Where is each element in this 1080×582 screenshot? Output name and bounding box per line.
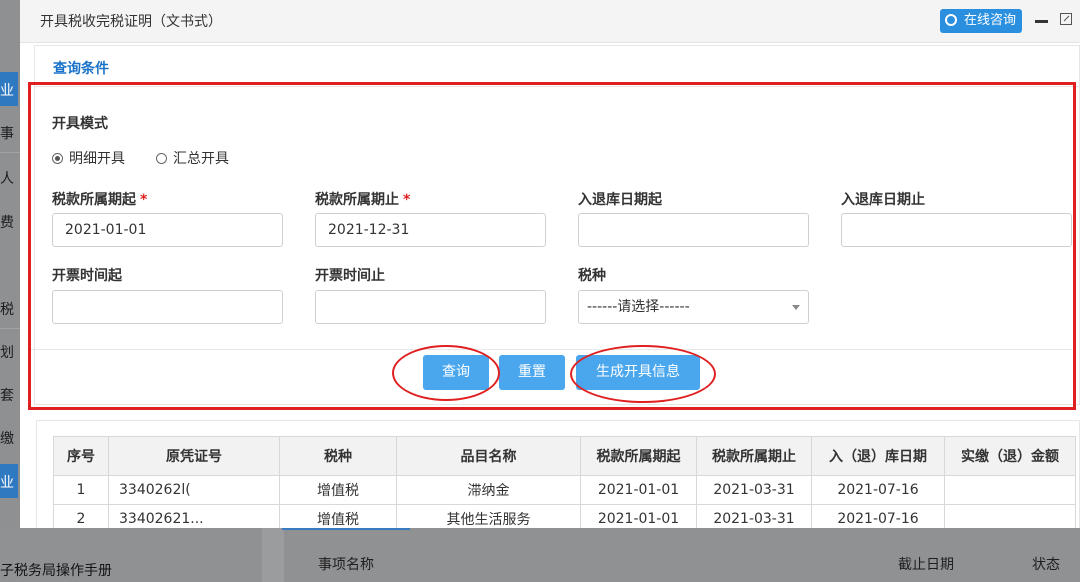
table-cell: 增值税 xyxy=(279,504,397,528)
column-header: 税种 xyxy=(279,436,397,476)
table-cell-voucher: 3340262l( xyxy=(108,475,280,505)
tax-period-start-label: 税款所属期起 * xyxy=(52,189,147,209)
storage-date-end-label: 入退库日期止 xyxy=(841,192,925,208)
background-text: 事 xyxy=(0,126,14,142)
table-cell: 1 xyxy=(53,475,109,505)
minimize-icon[interactable] xyxy=(1035,20,1048,23)
divider xyxy=(28,349,1072,350)
column-header: 序号 xyxy=(53,436,109,476)
background-column-header: 截止日期 xyxy=(898,557,954,573)
radio-detail-label: 明细开具 xyxy=(69,151,125,167)
background-text: 划 xyxy=(0,345,14,361)
required-mark: * xyxy=(403,192,411,208)
table-cell: 2021-03-31 xyxy=(696,504,812,528)
background-text: 缴 xyxy=(0,431,14,447)
table-cell: 增值税 xyxy=(279,475,397,505)
background-active-tab-line xyxy=(282,528,410,530)
table-cell: 2021-01-01 xyxy=(580,475,697,505)
radio-summary-label: 汇总开具 xyxy=(173,151,229,167)
background-manual-link: 子税务局操作手册 xyxy=(0,563,112,579)
background-column-header: 事项名称 xyxy=(318,557,374,573)
table-row[interactable]: 1 3340262l( 增值税 滞纳金 2021-01-01 2021-03-3… xyxy=(53,475,1076,505)
required-mark: * xyxy=(140,192,148,208)
headset-icon xyxy=(945,14,957,26)
voucher-number: 3340262l( xyxy=(119,482,191,498)
invoice-time-start-label: 开票时间起 xyxy=(52,268,122,284)
divider xyxy=(262,528,284,582)
results-table-panel: 序号 原凭证号 税种 品目名称 税款所属期起 税款所属期止 入（退）库日期 实缴… xyxy=(36,420,1080,528)
table-cell: 滞纳金 xyxy=(396,475,581,505)
dialog-title-bar: 开具税收完税证明（文书式） 在线咨询 xyxy=(20,0,1080,43)
table-header-row: 序号 原凭证号 税种 品目名称 税款所属期起 税款所属期止 入（退）库日期 实缴… xyxy=(53,436,1076,476)
background-text: 业 xyxy=(0,475,14,491)
query-panel-header: 查询条件 xyxy=(35,46,1079,87)
background-text: 税 xyxy=(0,302,14,318)
redaction-mask xyxy=(190,485,261,495)
invoice-time-start-input[interactable] xyxy=(52,290,283,324)
table-cell xyxy=(944,475,1076,505)
background-text: 套 xyxy=(0,388,14,404)
divider xyxy=(0,328,20,329)
invoice-time-end-label: 开票时间止 xyxy=(315,268,385,284)
query-button[interactable]: 查询 xyxy=(423,355,489,390)
query-section-title: 查询条件 xyxy=(53,61,109,77)
results-table: 序号 原凭证号 税种 品目名称 税款所属期起 税款所属期止 入（退）库日期 实缴… xyxy=(53,436,1076,528)
background-text: 业 xyxy=(0,83,14,99)
column-header: 税款所属期止 xyxy=(696,436,812,476)
tax-period-end-label-text: 税款所属期止 xyxy=(315,192,399,208)
radio-checked-icon xyxy=(52,153,63,164)
storage-date-start-input[interactable] xyxy=(578,213,809,247)
table-cell: 2021-07-16 xyxy=(811,504,945,528)
storage-date-start-label: 入退库日期起 xyxy=(578,192,662,208)
table-cell: 2 xyxy=(53,504,109,528)
background-text: 人 xyxy=(0,171,14,187)
column-header: 税款所属期起 xyxy=(580,436,697,476)
storage-date-end-input[interactable] xyxy=(841,213,1072,247)
column-header: 入（退）库日期 xyxy=(811,436,945,476)
column-header: 品目名称 xyxy=(396,436,581,476)
tax-type-label: 税种 xyxy=(578,268,606,284)
table-cell: 其他生活服务 xyxy=(396,504,581,528)
radio-summary[interactable]: 汇总开具 xyxy=(156,148,229,167)
background-bottom-bar: 子税务局操作手册 事项名称 截止日期 状态 xyxy=(0,528,1080,582)
radio-unchecked-icon xyxy=(156,153,167,164)
background-column-header: 状态 xyxy=(1032,557,1060,573)
chevron-down-icon xyxy=(792,305,800,310)
table-cell: 2021-07-16 xyxy=(811,475,945,505)
tax-period-start-label-text: 税款所属期起 xyxy=(52,192,136,208)
tax-type-selected-value: ------请选择------ xyxy=(587,299,690,315)
tax-type-select[interactable]: ------请选择------ xyxy=(578,290,809,324)
table-cell-voucher: 33402621... xyxy=(108,504,280,528)
table-cell xyxy=(944,504,1076,528)
tax-period-start-input[interactable]: 2021-01-01 xyxy=(52,213,283,247)
divider xyxy=(0,152,20,153)
table-row[interactable]: 2 33402621... 增值税 其他生活服务 2021-01-01 2021… xyxy=(53,504,1076,528)
online-consult-label: 在线咨询 xyxy=(963,13,1016,28)
background-text: 费 xyxy=(0,215,14,231)
reset-button[interactable]: 重置 xyxy=(499,355,565,390)
invoice-time-end-input[interactable] xyxy=(315,290,546,324)
generate-info-button[interactable]: 生成开具信息 xyxy=(576,355,700,390)
dialog-title: 开具税收完税证明（文书式） xyxy=(40,14,222,30)
table-cell: 2021-03-31 xyxy=(696,475,812,505)
column-header: 实缴（退）金额 xyxy=(944,436,1076,476)
tax-period-end-input[interactable]: 2021-12-31 xyxy=(315,213,546,247)
online-consult-button[interactable]: 在线咨询 xyxy=(940,9,1022,33)
maximize-icon[interactable] xyxy=(1060,13,1072,25)
tax-period-end-label: 税款所属期止 * xyxy=(315,189,410,209)
table-cell: 2021-01-01 xyxy=(580,504,697,528)
voucher-number: 33402621... xyxy=(119,511,204,527)
radio-detail[interactable]: 明细开具 xyxy=(52,148,125,167)
mode-label: 开具模式 xyxy=(52,116,108,132)
column-header: 原凭证号 xyxy=(108,436,280,476)
